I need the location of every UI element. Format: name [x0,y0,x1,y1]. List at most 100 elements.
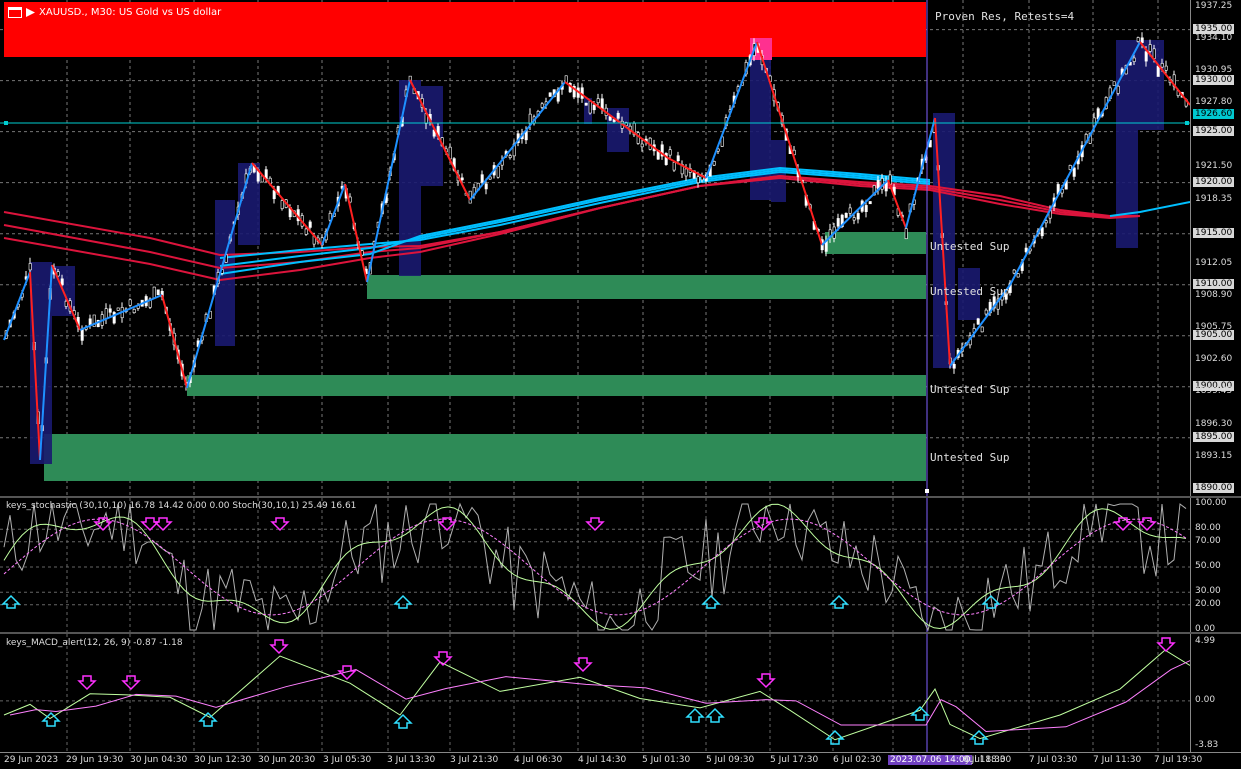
time-axis-label: 5 Jul 17:30 [770,755,819,765]
candle-body [1148,44,1152,52]
support-zone-label-1: Untested Sup [930,240,1010,253]
chart-title-text: XAUUSD., M30: US Gold vs US dollar [39,7,222,18]
sell-arrow-icon [140,517,160,532]
candle-body [1160,63,1164,68]
stochastic-axis-label: 70.00 [1195,535,1221,546]
candle-body [1116,85,1120,94]
candle-body [280,200,284,209]
time-axis-label: 30 Jun 12:30 [194,755,252,765]
candle-body [132,309,136,314]
zigzag-up-segment [3,271,31,341]
time-axis-label: 29 Jun 19:30 [66,755,124,765]
time-axis-label: Jul 18:30 [966,755,1006,765]
support-zone-label-4: Untested Sup [930,451,1010,464]
stochastic-title: keys_stochastic (30,10,10) 16.78 14.42 0… [6,501,357,511]
candle-body [496,166,500,178]
support-zone-1 [825,232,926,254]
candle-body [864,205,868,212]
candle-body [1040,227,1044,237]
candle-body [588,100,592,114]
sell-arrow-icon [269,639,289,655]
price-chart-canvas[interactable] [0,0,1190,496]
price-axis-label: 1930.00 [1193,74,1235,85]
stochastic-axis-label: 80.00 [1195,523,1221,534]
zigzag-up-segment [79,294,163,331]
price-axis-label: 1925.00 [1193,125,1235,136]
chart-menu-icon[interactable] [26,8,35,17]
buy-arrow-icon [701,594,721,609]
candle-body [904,228,908,239]
zigzag-up-segment [321,183,346,246]
candle-body [1152,48,1156,59]
sell-arrow-icon [573,657,593,673]
zigzag-down-segment [251,162,323,246]
candle-body [480,174,484,183]
candle-body [104,308,108,319]
support-zone-label-2: Untested Sup [930,285,1010,298]
resistance-zone-label: Proven Res, Retests=4 [935,10,1075,23]
candle-body [80,329,84,341]
candle-body [856,213,860,220]
candle-body [1132,57,1136,62]
price-axis-label: 1920.00 [1193,176,1235,187]
candle-body [672,162,676,171]
candle-body [616,112,620,119]
price-axis-label: 1918.35 [1195,193,1233,204]
time-axis-label: 29 Jun 2023 [4,755,59,765]
macd-canvas[interactable] [0,634,1190,752]
candle-body [596,98,600,104]
support-zone-label-3: Untested Sup [930,383,1010,396]
time-axis-label: 6 Jul 02:30 [833,755,882,765]
price-axis-label: 1890.00 [1193,482,1235,493]
candle-body [1144,51,1148,62]
time-axis-label: 3 Jul 13:30 [387,755,436,765]
macd-pane[interactable]: keys_MACD_alert(12, 26, 9) -0.87 -1.18 [0,634,1190,752]
candle-body [712,161,716,166]
candle-body [684,168,688,177]
candle-body [952,364,956,369]
price-axis-label: 1915.00 [1193,227,1235,238]
sell-arrow-icon [121,675,141,691]
sell-arrow-icon [77,675,97,691]
time-axis-label: 3 Jul 21:30 [450,755,499,765]
crosshair-handle [925,489,929,493]
chart-title: XAUUSD., M30: US Gold vs US dollar [8,7,221,18]
time-axis-label: 4 Jul 06:30 [514,755,563,765]
sell-arrow-icon [270,517,290,532]
price-axis-label: 1899.45 [1195,386,1233,397]
price-axis-label: 1921.50 [1195,161,1233,172]
moving-average-cyan [219,166,931,275]
stochastic-canvas[interactable] [0,498,1190,632]
current-price-handle [4,121,8,125]
stochastic-axis[interactable]: 100.00 80.00 70.00 50.00 30.00 20.00 0.00 [1190,498,1241,634]
buy-arrow-icon [705,707,725,723]
price-axis-label: 1927.80 [1195,97,1233,108]
candle-body [1112,81,1116,86]
highlight-box [1138,40,1164,130]
candle-body [156,289,160,296]
candle-body [1164,65,1168,71]
price-axis[interactable]: 1937.25 1935.00 1934.10 1930.95 1930.00 1927.… [1190,0,1241,496]
candle-body [976,318,980,325]
candle-body [980,326,984,333]
candle-body [128,299,132,306]
time-axis-label: 7 Jul 19:30 [1154,755,1203,765]
candle-body [308,221,312,228]
buy-arrow-icon [1,594,21,609]
price-axis-label: 1937.25 [1195,0,1233,11]
price-chart-pane[interactable]: XAUUSD., M30: US Gold vs US dollar Prove… [0,0,1190,496]
time-axis[interactable]: 29 Jun 2023 29 Jun 19:30 30 Jun 04:30 30 Ju… [0,752,1241,769]
candle-body [88,318,92,326]
candle-body [304,228,308,235]
stochastic-pane[interactable]: keys_stochastic (30,10,10) 16.78 14.42 0… [0,498,1190,632]
candle-body [696,176,700,184]
candle-body [60,278,64,286]
candle-body [508,155,512,158]
macd-axis[interactable]: 4.99 0.00 -3.83 [1190,634,1241,752]
sell-arrow-icon [1137,517,1157,532]
time-axis-label: 5 Jul 09:30 [706,755,755,765]
buy-arrow-icon [198,711,218,727]
stochastic-axis-label: 20.00 [1195,598,1221,609]
candle-body [108,308,112,313]
candle-body [1072,167,1076,177]
